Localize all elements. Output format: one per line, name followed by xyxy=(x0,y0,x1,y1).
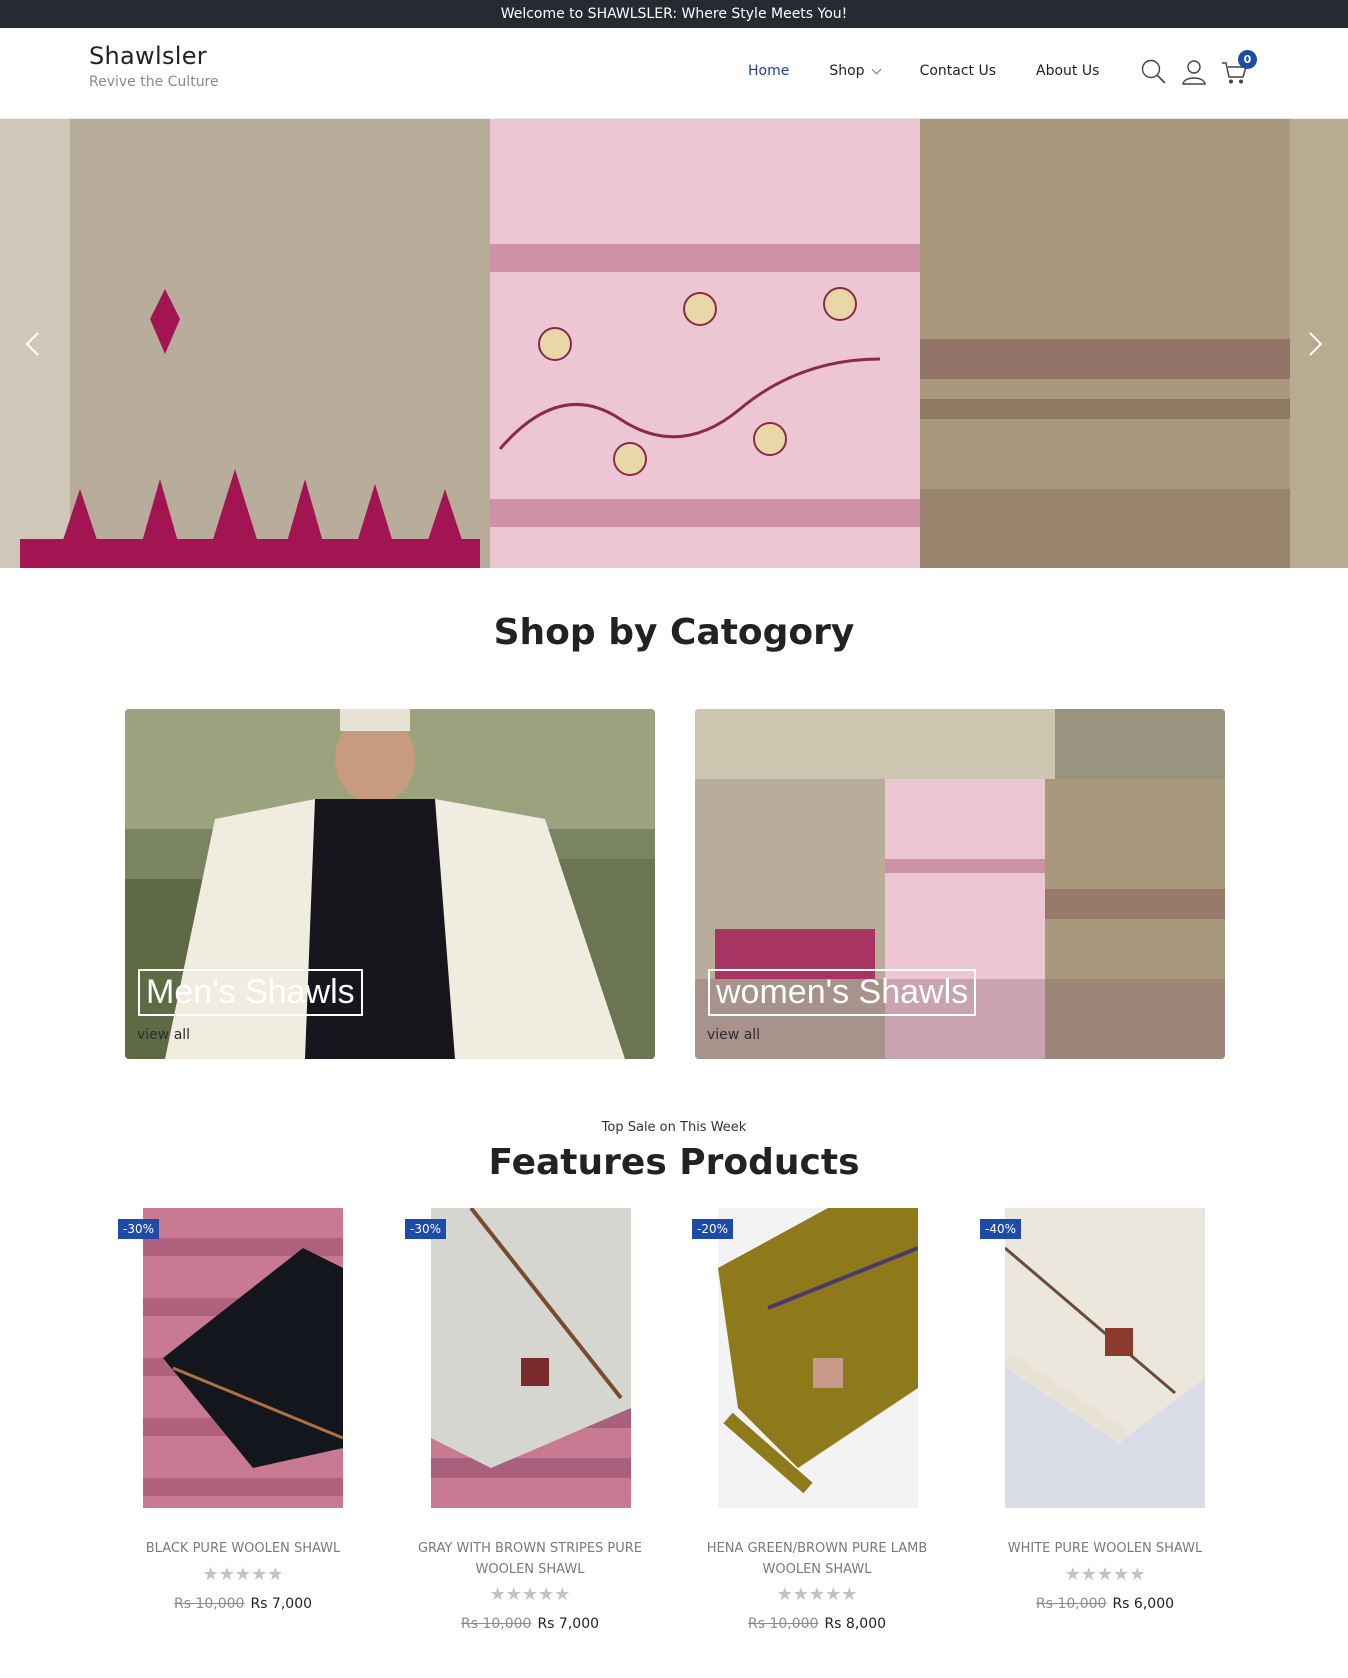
hero-next-arrow[interactable] xyxy=(1300,329,1330,359)
current-price: Rs 6,000 xyxy=(1112,1596,1175,1612)
discount-badge: -40% xyxy=(980,1219,1022,1239)
nav-contact[interactable]: Contact Us xyxy=(920,63,996,79)
discount-badge: -30% xyxy=(118,1219,160,1239)
discount-badge: -30% xyxy=(405,1219,447,1239)
hero-banner xyxy=(0,119,1348,568)
nav-contact-label: Contact Us xyxy=(919,63,997,79)
rating-stars-icon: ★★★★★ xyxy=(202,1564,284,1585)
chevron-left-icon xyxy=(25,332,39,356)
old-price: Rs 10,000 xyxy=(173,1596,245,1612)
product-image[interactable] xyxy=(1005,1208,1205,1508)
category-card-women[interactable]: women's Shawls view all xyxy=(695,709,1225,1059)
product-image[interactable] xyxy=(718,1208,918,1508)
cart-icon[interactable]: 0 xyxy=(1220,50,1257,86)
category-label-women: women's Shawls xyxy=(708,969,977,1016)
old-price: Rs 10,000 xyxy=(1035,1596,1107,1612)
product-name[interactable]: BLACK PURE WOOLEN SHAWL xyxy=(118,1538,368,1559)
men-view-all-link[interactable]: view all xyxy=(137,1027,190,1043)
nav-home[interactable]: Home xyxy=(748,63,789,79)
cart-count-badge: 0 xyxy=(1238,50,1257,69)
category-card-men[interactable]: Men's Shawls view all xyxy=(125,709,655,1059)
rating-stars-icon: ★★★★★ xyxy=(776,1584,858,1605)
rating-stars-icon: ★★★★★ xyxy=(489,1584,571,1605)
nav-shop[interactable]: Shop xyxy=(829,63,882,79)
announcement-bar: Welcome to SHAWLSLER: Where Style Meets … xyxy=(0,0,1348,28)
product-image[interactable] xyxy=(143,1208,343,1508)
chevron-down-icon xyxy=(871,64,882,74)
current-price: Rs 7,000 xyxy=(250,1596,313,1612)
brand-tagline: Revive the Culture xyxy=(89,74,219,90)
user-icon[interactable] xyxy=(1180,58,1208,86)
search-icon[interactable] xyxy=(1140,58,1168,86)
discount-badge: -20% xyxy=(692,1219,734,1239)
current-price: Rs 7,000 xyxy=(537,1616,600,1632)
site-header: Shawlsler Revive the Culture Home Shop C… xyxy=(0,28,1348,119)
category-section-title: Shop by Catogory xyxy=(493,612,855,653)
nav-home-label: Home xyxy=(748,63,790,79)
product-name[interactable]: WHITE PURE WOOLEN SHAWL xyxy=(980,1538,1230,1559)
product-price: Rs 10,000 Rs 7,000 xyxy=(118,1596,368,1612)
hero-image xyxy=(0,119,1348,568)
old-price: Rs 10,000 xyxy=(747,1616,819,1632)
product-name[interactable]: HENA GREEN/BROWN PURE LAMB WOOLEN SHAWL xyxy=(692,1538,942,1580)
chevron-right-icon xyxy=(1309,332,1323,356)
hero-prev-arrow[interactable] xyxy=(18,329,48,359)
featured-section-title: Features Products xyxy=(488,1142,860,1183)
nav-about[interactable]: About Us xyxy=(1036,63,1099,79)
product-price: Rs 10,000 Rs 7,000 xyxy=(405,1616,655,1632)
header-icons: 0 xyxy=(1140,50,1260,86)
product-price: Rs 10,000 Rs 6,000 xyxy=(980,1596,1230,1612)
current-price: Rs 8,000 xyxy=(824,1616,887,1632)
nav-shop-label: Shop xyxy=(829,63,865,79)
announcement-text: Welcome to SHAWLSLER: Where Style Meets … xyxy=(500,6,848,22)
product-image[interactable] xyxy=(431,1208,631,1508)
women-view-all-link[interactable]: view all xyxy=(707,1027,760,1043)
category-label-men: Men's Shawls xyxy=(138,969,363,1016)
old-price: Rs 10,000 xyxy=(460,1616,532,1632)
product-name[interactable]: GRAY WITH BROWN STRIPES PURE WOOLEN SHAW… xyxy=(405,1538,655,1580)
brand[interactable]: Shawlsler Revive the Culture xyxy=(89,42,219,90)
featured-subtitle: Top Sale on This Week xyxy=(601,1120,747,1135)
rating-stars-icon: ★★★★★ xyxy=(1064,1564,1146,1585)
main-nav: Home Shop Contact Us About Us xyxy=(748,63,1139,79)
brand-name[interactable]: Shawlsler xyxy=(89,42,219,70)
product-price: Rs 10,000 Rs 8,000 xyxy=(692,1616,942,1632)
nav-about-label: About Us xyxy=(1036,63,1100,79)
